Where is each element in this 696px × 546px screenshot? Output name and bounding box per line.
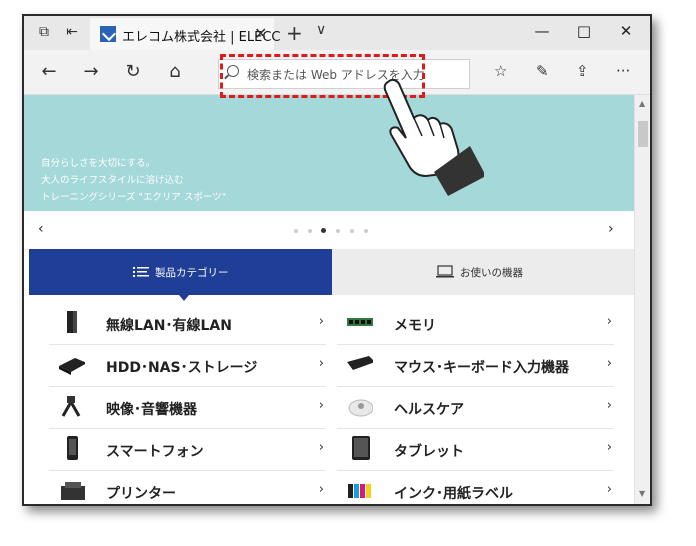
site-favicon-icon — [100, 26, 116, 42]
chevron-right-icon: › — [318, 440, 324, 455]
reading-list-icon[interactable]: ☆ — [494, 62, 507, 80]
chevron-right-icon: › — [606, 398, 612, 413]
scroll-down-arrow-icon[interactable]: ▼ — [639, 489, 645, 498]
web-page: 自分らしさを大切にする。 大人のライフスタイルに溶け込む トレーニングシリーズ … — [24, 95, 634, 504]
category-label: インク･用紙ラベル — [394, 486, 513, 502]
chevron-right-icon: › — [606, 356, 612, 371]
list-item[interactable]: 映像･音響機器 › — [49, 386, 326, 429]
category-label: プリンター — [106, 486, 176, 502]
category-label: マウス･キーボード入力機器 — [394, 360, 569, 376]
memory-icon — [347, 318, 373, 326]
list-item[interactable]: スマートフォン › — [49, 428, 326, 471]
home-button[interactable]: ⌂ — [164, 61, 186, 82]
carousel-next-button[interactable]: › — [608, 221, 614, 237]
forward-button[interactable]: → — [80, 61, 102, 82]
vertical-scrollbar[interactable]: ▲ ▼ — [634, 95, 650, 504]
tab-preview-icon[interactable]: ⧉ — [36, 24, 52, 40]
list-item[interactable]: タブレット › — [337, 428, 614, 471]
ink-icon — [348, 484, 371, 498]
hero-line-1: 自分らしさを大切にする。 — [41, 158, 156, 169]
category-tabs: 製品カテゴリー お使いの機器 — [29, 249, 634, 301]
chevron-right-icon: › — [318, 314, 324, 329]
pen-icon[interactable]: ✎ — [536, 62, 549, 80]
list-item[interactable]: メモリ › — [337, 302, 614, 345]
tab-menu-chevron-icon[interactable]: ∨ — [316, 22, 326, 38]
category-label: タブレット — [394, 444, 464, 460]
tab-products-label: 製品カテゴリー — [155, 267, 229, 279]
tablet-icon — [352, 436, 370, 460]
chevron-right-icon: › — [318, 482, 324, 497]
chevron-right-icon: › — [606, 440, 612, 455]
carousel-dot[interactable] — [308, 229, 312, 233]
more-menu-icon[interactable]: ··· — [616, 62, 630, 80]
category-label: HDD･NAS･ストレージ — [106, 360, 258, 376]
list-item[interactable]: ヘルスケア › — [337, 386, 614, 429]
close-window-button[interactable]: ✕ — [616, 22, 636, 40]
category-label: 映像･音響機器 — [106, 402, 197, 418]
tab-close-icon[interactable]: ✕ — [254, 24, 267, 43]
hero-line-3: トレーニングシリーズ "エクリア スポーツ" — [41, 192, 227, 203]
laptop-icon — [436, 265, 454, 278]
minimize-button[interactable]: — — [532, 22, 552, 40]
hero-line-2: 大人のライフスタイルに溶け込む — [41, 175, 184, 186]
carousel-dot[interactable] — [294, 229, 298, 233]
list-item[interactable]: 無線LAN･有線LAN › — [49, 302, 326, 345]
browser-window: ⧉ ⇤ エレコム株式会社 | ELECC ✕ + ∨ — □ ✕ ← → ↻ ⌂… — [22, 14, 652, 506]
refresh-button[interactable]: ↻ — [122, 61, 144, 82]
carousel-dot-active[interactable] — [321, 228, 326, 233]
new-tab-button[interactable]: + — [286, 21, 303, 45]
tab-products[interactable]: 製品カテゴリー — [29, 249, 332, 301]
list-icon — [133, 267, 149, 277]
smartphone-icon — [67, 436, 78, 460]
list-item[interactable]: HDD･NAS･ストレージ › — [49, 344, 326, 387]
router-icon — [67, 311, 77, 333]
carousel-dot[interactable] — [350, 229, 354, 233]
av-cable-icon — [61, 396, 81, 417]
hero-banner[interactable]: 自分らしさを大切にする。 大人のライフスタイルに溶け込む トレーニングシリーズ … — [24, 95, 634, 211]
carousel-dot[interactable] — [364, 229, 368, 233]
list-item[interactable]: インク･用紙ラベル › — [337, 470, 614, 504]
scrollbar-thumb[interactable] — [638, 121, 648, 147]
category-label: スマートフォン — [106, 444, 204, 460]
carousel-dot[interactable] — [336, 229, 340, 233]
hdd-icon — [59, 358, 85, 375]
tab-devices[interactable]: お使いの機器 — [332, 249, 634, 295]
chevron-right-icon: › — [606, 482, 612, 497]
category-label: メモリ — [394, 318, 436, 334]
carousel-controls: ‹ › — [24, 211, 634, 250]
chevron-right-icon: › — [318, 398, 324, 413]
maximize-button[interactable]: □ — [574, 22, 594, 40]
category-label: ヘルスケア — [394, 402, 464, 418]
mouse-keyboard-icon — [347, 356, 373, 370]
browser-tab[interactable]: エレコム株式会社 | ELECC ✕ — [90, 18, 280, 50]
set-aside-tabs-icon[interactable]: ⇤ — [64, 24, 80, 40]
carousel-prev-button[interactable]: ‹ — [38, 221, 44, 237]
back-button[interactable]: ← — [38, 61, 60, 82]
tab-bar: ⧉ ⇤ エレコム株式会社 | ELECC ✕ + ∨ — □ ✕ — [24, 16, 650, 50]
tab-devices-label: お使いの機器 — [460, 267, 523, 279]
chevron-right-icon: › — [318, 356, 324, 371]
chevron-right-icon: › — [606, 314, 612, 329]
category-label: 無線LAN･有線LAN — [106, 318, 232, 334]
active-tab-caret — [179, 295, 189, 301]
scroll-up-arrow-icon[interactable]: ▲ — [639, 99, 645, 108]
pointing-hand-icon — [383, 78, 484, 196]
share-icon[interactable]: ⇪ — [576, 62, 589, 80]
list-item[interactable]: プリンター › — [49, 470, 326, 504]
printer-icon — [61, 482, 85, 500]
scale-icon — [348, 399, 373, 417]
list-item[interactable]: マウス･キーボード入力機器 › — [337, 344, 614, 387]
